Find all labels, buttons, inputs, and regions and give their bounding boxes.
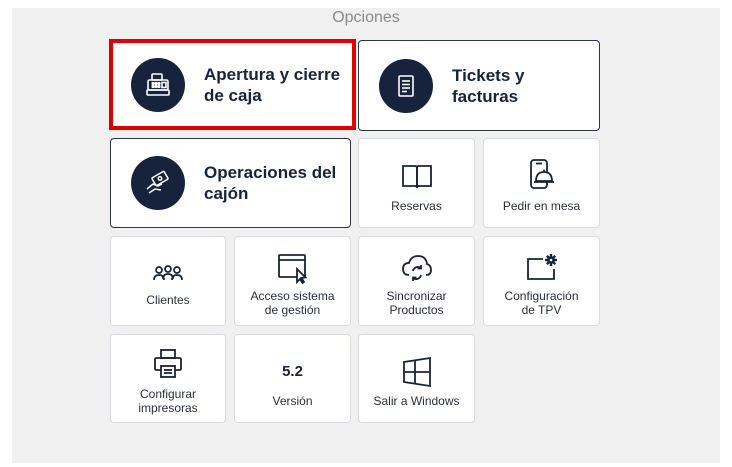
windows-logo-icon [402, 356, 431, 388]
printer-icon [154, 349, 182, 378]
clientes-label: Clientes [146, 293, 190, 307]
cash-register-icon [131, 57, 185, 112]
open-book-icon [401, 165, 432, 189]
users-group-icon [153, 265, 183, 281]
tickets-invoices-label: Tickets y facturas [452, 65, 525, 106]
acceso-sistema-label-line1: Acceso sistema [250, 289, 335, 303]
drawer-operations-button[interactable]: Operaciones del cajón [110, 138, 351, 228]
reservas-button[interactable]: Reservas [358, 138, 475, 228]
acceso-sistema-label: Acceso sistema de gestión [239, 289, 346, 317]
screen-gear-icon [526, 254, 557, 280]
salir-a-windows-label: Salir a Windows [373, 394, 460, 408]
cloud-sync-icon [401, 255, 432, 281]
sincronizar-label-line1: Sincronizar [386, 289, 447, 303]
cash-open-close-label: Apertura y cierre de caja [204, 64, 341, 105]
configurar-impresoras-label-line2: impresoras [138, 401, 198, 415]
cash-open-close-button[interactable]: Apertura y cierre de caja [110, 40, 354, 129]
configurar-impresoras-label: Configurar impresoras [115, 387, 221, 415]
configurar-impresoras-button[interactable]: Configurar impresoras [110, 334, 226, 423]
sincronizar-productos-button[interactable]: Sincronizar Productos [358, 236, 475, 326]
configuracion-tpv-label-line1: Configuración [504, 289, 579, 303]
configuracion-tpv-label: Configuración de TPV [488, 289, 595, 317]
phone-cloche-icon [529, 159, 554, 189]
sincronizar-label-line2: Productos [389, 303, 444, 317]
sincronizar-label: Sincronizar Productos [363, 289, 470, 317]
drawer-operations-label: Operaciones del cajón [204, 163, 337, 203]
clientes-button[interactable]: Clientes [110, 236, 226, 326]
reservas-label: Reservas [391, 199, 442, 213]
pedir-en-mesa-button[interactable]: Pedir en mesa [483, 138, 600, 228]
page-title: Opciones [332, 9, 400, 26]
configuracion-tpv-label-line2: de TPV [521, 303, 562, 317]
version-number: 5.2 [282, 363, 303, 380]
receipt-icon [379, 58, 433, 113]
configurar-impresoras-label-line1: Configurar [139, 387, 197, 401]
acceso-sistema-label-line2: de gestión [264, 303, 321, 317]
version-tile: 5.2 Versión [234, 334, 351, 423]
tickets-invoices-button[interactable]: Tickets y facturas [358, 40, 600, 131]
window-cursor-icon [277, 254, 307, 285]
money-hand-icon [131, 156, 185, 210]
version-label: Versión [272, 394, 313, 408]
configuracion-tpv-button[interactable]: Configuración de TPV [483, 236, 600, 326]
pedir-en-mesa-label: Pedir en mesa [502, 199, 581, 213]
salir-a-windows-button[interactable]: Salir a Windows [358, 334, 475, 423]
acceso-sistema-button[interactable]: Acceso sistema de gestión [234, 236, 351, 326]
